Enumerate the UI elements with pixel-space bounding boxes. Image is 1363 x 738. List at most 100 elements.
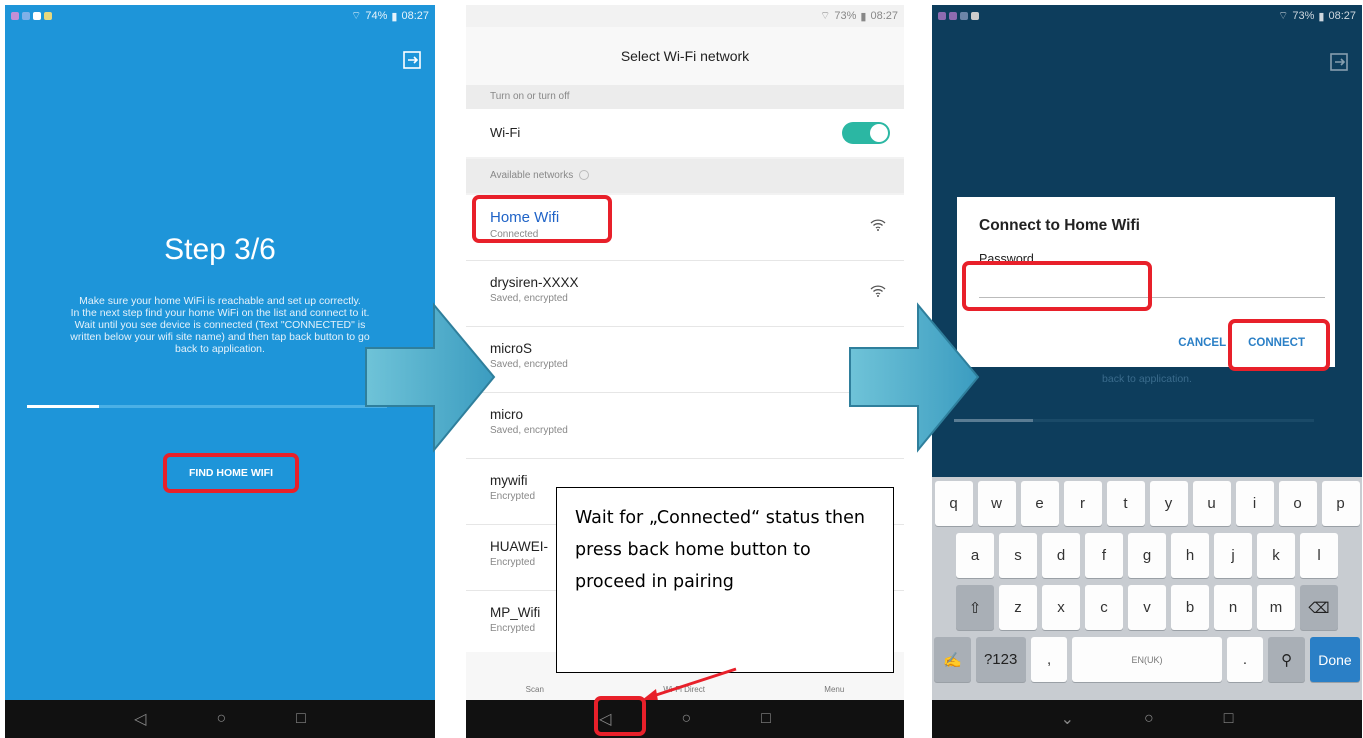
- wifi-label: Wi-Fi: [490, 125, 521, 140]
- wifi-toggle-row[interactable]: Wi-Fi: [466, 109, 904, 157]
- available-networks-label: Available networks: [466, 159, 904, 193]
- back-button-highlight: [594, 696, 646, 736]
- network-status: Saved, encrypted: [490, 293, 568, 304]
- symbols-key[interactable]: ?123: [975, 637, 1026, 682]
- recents-icon[interactable]: □: [1224, 710, 1234, 728]
- status-bar: ⌔ 73% ▮ 08:27: [466, 5, 904, 27]
- keyboard-row-3: ⇧ z x c v b n m ⌫: [934, 585, 1360, 630]
- key-g[interactable]: g: [1128, 533, 1166, 578]
- battery-level: 74%: [365, 10, 388, 22]
- key-x[interactable]: x: [1042, 585, 1080, 630]
- keyboard-row-1: qwertyuiop: [934, 481, 1360, 526]
- wifi-status-icon: ⌔: [1278, 10, 1289, 22]
- backspace-key-icon[interactable]: ⌫: [1300, 585, 1338, 630]
- list-item[interactable]: microS Saved, encrypted: [466, 327, 904, 393]
- toggle-section-label: Turn on or turn off: [466, 85, 904, 109]
- soft-keyboard: qwertyuiop asdfghjkl ⇧ z x c v b n m ⌫ ✍ ?123 , …: [932, 477, 1362, 700]
- home-wifi-highlight: [472, 195, 612, 243]
- background-text: back to application.: [1102, 373, 1192, 385]
- wifi-signal-icon: [870, 285, 886, 297]
- clock: 08:27: [401, 10, 429, 22]
- home-icon[interactable]: ○: [1144, 710, 1154, 728]
- key-p[interactable]: p: [1321, 481, 1360, 526]
- battery-level: 73%: [1292, 10, 1315, 22]
- key-s[interactable]: s: [999, 533, 1037, 578]
- exit-icon[interactable]: [403, 51, 421, 69]
- key-l[interactable]: l: [1300, 533, 1338, 578]
- nav-bar: ◁ ○ □: [466, 700, 904, 738]
- key-d[interactable]: d: [1042, 533, 1080, 578]
- key-r[interactable]: r: [1063, 481, 1102, 526]
- password-field-highlight: [962, 261, 1152, 311]
- list-item[interactable]: drysiren-XXXX Saved, encrypted: [466, 261, 904, 327]
- phone-screen-wifi-list: ⌔ 73% ▮ 08:27 Select Wi-Fi network Turn …: [466, 5, 904, 738]
- key-z[interactable]: z: [999, 585, 1037, 630]
- home-icon[interactable]: ○: [216, 710, 226, 728]
- recents-icon[interactable]: □: [296, 710, 306, 728]
- battery-level: 73%: [834, 10, 857, 22]
- key-h[interactable]: h: [1171, 533, 1209, 578]
- find-home-wifi-button[interactable]: FIND HOME WIFI: [163, 453, 299, 493]
- home-icon[interactable]: ○: [681, 710, 691, 728]
- battery-icon: ▮: [391, 10, 398, 23]
- key-c[interactable]: c: [1085, 585, 1123, 630]
- key-a[interactable]: a: [956, 533, 994, 578]
- back-icon[interactable]: ◁: [134, 709, 146, 729]
- network-name: drysiren-XXXX: [490, 275, 579, 290]
- menu-tab[interactable]: Menu: [824, 685, 844, 694]
- callout-pointer-arrow: [642, 667, 737, 701]
- key-v[interactable]: v: [1128, 585, 1166, 630]
- wifi-signal-icon: [870, 219, 886, 231]
- wifi-status-icon: ⌔: [820, 10, 831, 22]
- list-item[interactable]: micro Saved, encrypted: [466, 393, 904, 459]
- status-bar: ⌔ 73% ▮ 08:27: [932, 5, 1362, 27]
- cancel-button[interactable]: CANCEL: [1178, 337, 1226, 349]
- key-w[interactable]: w: [977, 481, 1016, 526]
- key-t[interactable]: t: [1106, 481, 1145, 526]
- key-u[interactable]: u: [1192, 481, 1231, 526]
- keyboard-row-2: asdfghjkl: [934, 533, 1360, 578]
- network-name: microS: [490, 341, 533, 356]
- exit-icon: [1330, 53, 1348, 71]
- handwriting-key-icon[interactable]: ✍: [934, 637, 971, 682]
- key-y[interactable]: y: [1149, 481, 1188, 526]
- key-b[interactable]: b: [1171, 585, 1209, 630]
- key-k[interactable]: k: [1257, 533, 1295, 578]
- status-bar: ⌔ 74% ▮ 08:27: [5, 5, 435, 27]
- recents-icon[interactable]: □: [761, 710, 771, 728]
- loading-spinner-icon: [579, 170, 590, 181]
- key-o[interactable]: o: [1278, 481, 1317, 526]
- key-m[interactable]: m: [1257, 585, 1295, 630]
- key-j[interactable]: j: [1214, 533, 1252, 578]
- chevron-down-icon[interactable]: ⌄: [1061, 709, 1074, 729]
- network-name: micro: [490, 407, 523, 422]
- key-f[interactable]: f: [1085, 533, 1123, 578]
- progress-fill: [27, 405, 99, 408]
- wifi-toggle[interactable]: [842, 122, 890, 144]
- notification-icons: [938, 12, 979, 20]
- done-key[interactable]: Done: [1309, 637, 1360, 682]
- instruction-callout: Wait for „Connected“ status then press b…: [556, 487, 894, 673]
- progress-bar: [27, 405, 387, 408]
- key-i[interactable]: i: [1235, 481, 1274, 526]
- keyboard-row-4: ✍ ?123 , EN(UK) . ⚲ Done: [934, 637, 1360, 682]
- scan-tab[interactable]: Scan: [526, 685, 544, 694]
- available-networks-text: Available networks: [490, 170, 574, 181]
- key-q[interactable]: q: [934, 481, 973, 526]
- voice-input-icon[interactable]: ⚲: [1268, 637, 1305, 682]
- step-title: Step 3/6: [164, 233, 276, 266]
- network-name: mywifi: [490, 473, 528, 488]
- comma-key[interactable]: ,: [1030, 637, 1068, 682]
- space-key[interactable]: EN(UK): [1072, 637, 1222, 682]
- network-status: Saved, encrypted: [490, 425, 568, 436]
- nav-bar: ⌄ ○ □: [932, 700, 1362, 738]
- nav-bar: ◁ ○ □: [5, 700, 435, 738]
- key-n[interactable]: n: [1214, 585, 1252, 630]
- clock: 08:27: [1328, 10, 1356, 22]
- notification-icons: [11, 12, 52, 20]
- key-e[interactable]: e: [1020, 481, 1059, 526]
- next-step-arrow-2: [849, 302, 980, 453]
- period-key[interactable]: .: [1226, 637, 1264, 682]
- shift-key-icon[interactable]: ⇧: [956, 585, 994, 630]
- network-status: Saved, encrypted: [490, 359, 568, 370]
